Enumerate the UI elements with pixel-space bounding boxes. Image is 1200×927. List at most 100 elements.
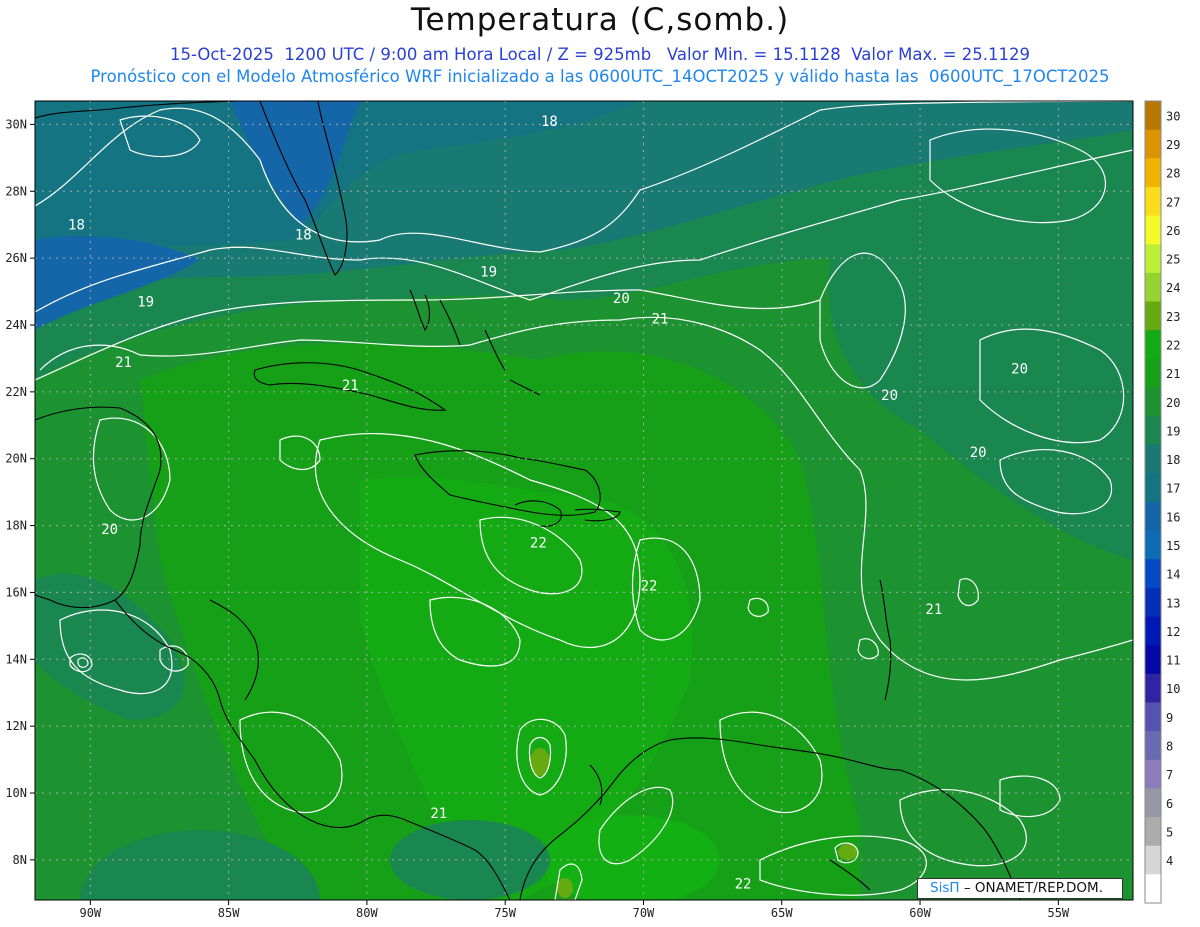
colorbar-label: 21: [1166, 367, 1180, 381]
x-axis: 90W 85W 80W 75W 70W 65W 60W 55W: [79, 900, 1070, 920]
colorbar-label: 28: [1166, 167, 1180, 181]
contour-label: 22: [735, 876, 752, 892]
colorbar-swatch: [1145, 731, 1161, 761]
colorbar-label: 15: [1166, 539, 1180, 553]
y-tick-label: 12N: [5, 719, 27, 733]
contour-label: 21: [925, 602, 942, 618]
x-tick-label: 65W: [771, 906, 793, 920]
contour-label: 20: [970, 445, 987, 461]
x-tick-label: 75W: [494, 906, 516, 920]
colorbar-swatch: [1145, 788, 1161, 818]
colorbar-swatch: [1145, 874, 1161, 904]
colorbar-swatch: [1145, 358, 1161, 388]
brand-label: SisΠ: [930, 880, 960, 896]
colorbar-swatch: [1145, 673, 1161, 703]
contour-label: 20: [1011, 361, 1028, 377]
colorbar-label: 11: [1166, 654, 1180, 668]
y-tick-label: 24N: [5, 318, 27, 332]
colorbar-label: 27: [1166, 195, 1180, 209]
colorbar-swatch: [1145, 817, 1161, 847]
colorbar-label: 23: [1166, 310, 1180, 324]
colorbar-swatch: [1145, 587, 1161, 617]
colorbar-swatch: [1145, 759, 1161, 789]
colorbar-label: 25: [1166, 253, 1180, 267]
colorbar-label: 5: [1166, 825, 1173, 839]
colorbar-label: 20: [1166, 396, 1180, 410]
x-tick-label: 55W: [1047, 906, 1069, 920]
colorbar-label: 10: [1166, 682, 1180, 696]
colorbar-swatch: [1145, 502, 1161, 532]
contour-label: 19: [480, 264, 497, 280]
colorbar-swatch: [1145, 387, 1161, 417]
colorbar-swatch: [1145, 244, 1161, 274]
credit-box: SisΠ – ONAMET/REP.DOM.: [917, 878, 1123, 899]
forecast-map: 90W 85W 80W 75W 70W 65W 60W 55W 30N 28N 26N 24N 22N…: [5, 100, 1180, 920]
x-tick-label: 85W: [218, 906, 240, 920]
x-tick-label: 90W: [79, 906, 101, 920]
colorbar-swatch: [1145, 301, 1161, 331]
x-tick-label: 60W: [909, 906, 931, 920]
colorbar-label: 17: [1166, 482, 1180, 496]
y-tick-label: 30N: [5, 117, 27, 131]
contour-label: 20: [881, 388, 898, 404]
colorbar-label: 6: [1166, 797, 1173, 811]
colorbar-label: 7: [1166, 768, 1173, 782]
colorbar-swatch: [1145, 330, 1161, 360]
colorbar-swatch: [1145, 272, 1161, 302]
contour-label: 18: [295, 228, 312, 244]
contour-label: 19: [137, 295, 154, 311]
colorbar-label: 4: [1166, 854, 1173, 868]
colorbar-label: 19: [1166, 424, 1180, 438]
colorbar-swatch: [1145, 473, 1161, 503]
colorbar-label: 26: [1166, 224, 1180, 238]
agency-label: – ONAMET/REP.DOM.: [963, 880, 1103, 896]
contour-label: 21: [115, 355, 132, 371]
colorbar-label: 18: [1166, 453, 1180, 467]
colorbar-swatch: [1145, 158, 1161, 188]
x-tick-label: 80W: [356, 906, 378, 920]
colorbar-swatch: [1145, 616, 1161, 646]
colorbar-label: 8: [1166, 739, 1173, 753]
contour-label: 20: [101, 522, 118, 538]
contour-label: 18: [68, 218, 85, 234]
y-tick-label: 28N: [5, 184, 27, 198]
colorbar-swatch: [1145, 559, 1161, 589]
colorbar-swatch: [1145, 416, 1161, 446]
y-tick-label: 8N: [13, 853, 27, 867]
contour-label: 21: [652, 311, 669, 327]
contour-label: 20: [613, 291, 630, 307]
contour-label: 22: [641, 579, 658, 595]
y-tick-label: 22N: [5, 385, 27, 399]
colorbar-swatch: [1145, 845, 1161, 875]
colorbar-label: 24: [1166, 281, 1180, 295]
y-tick-label: 10N: [5, 786, 27, 800]
y-tick-label: 14N: [5, 652, 27, 666]
contour-label: 18: [541, 114, 558, 130]
y-tick-label: 16N: [5, 585, 27, 599]
y-tick-label: 20N: [5, 452, 27, 466]
y-tick-label: 26N: [5, 251, 27, 265]
contour-label: 22: [530, 535, 547, 551]
colorbar-label: 29: [1166, 138, 1180, 152]
y-tick-label: 18N: [5, 519, 27, 533]
contour-label: 21: [430, 806, 447, 822]
colorbar-label: 22: [1166, 338, 1180, 352]
colorbar-label: 16: [1166, 510, 1180, 524]
colorbar-swatch: [1145, 444, 1161, 474]
colorbar-swatch: [1145, 186, 1161, 216]
contour-label: 21: [342, 378, 359, 394]
colorbar-swatch: [1145, 215, 1161, 245]
colorbar-swatch: [1145, 129, 1161, 159]
colorbar-label: 9: [1166, 711, 1173, 725]
colorbar-swatch: [1145, 702, 1161, 732]
y-axis: 30N 28N 26N 24N 22N 20N 18N 16N 14N 12N 10N 8N: [5, 117, 35, 867]
colorbar-label: 12: [1166, 625, 1180, 639]
colorbar-label: 30: [1166, 109, 1180, 123]
colorbar-swatch: [1145, 101, 1161, 131]
colorbar-swatch: [1145, 645, 1161, 675]
colorbar-legend: 30 29 28 27 26 25 24 23 22 21 20 19 18 17 16 15 14 13 12 11…: [1144, 100, 1180, 904]
colorbar-label: 13: [1166, 596, 1180, 610]
colorbar-label: 14: [1166, 568, 1180, 582]
colorbar-swatch: [1145, 530, 1161, 560]
x-tick-label: 70W: [633, 906, 655, 920]
